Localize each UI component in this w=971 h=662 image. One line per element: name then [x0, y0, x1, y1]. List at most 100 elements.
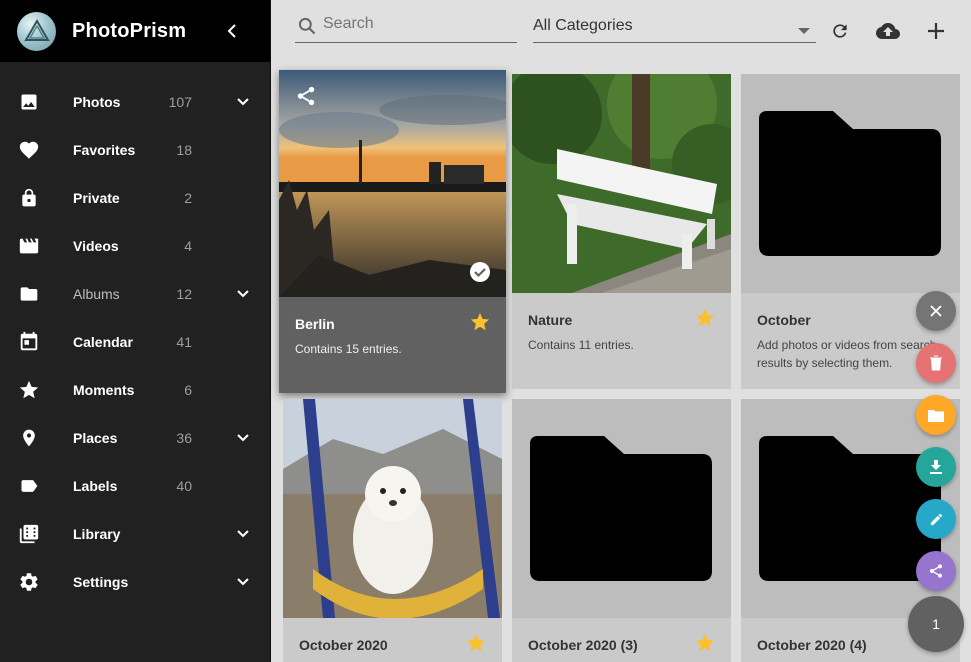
- selection-count-button[interactable]: 1: [908, 596, 964, 652]
- share-icon: [930, 564, 942, 578]
- album-thumbnail[interactable]: [512, 74, 731, 293]
- sidebar-item-count: 36: [176, 430, 192, 446]
- search-input[interactable]: [323, 15, 513, 33]
- check-circle-icon[interactable]: [470, 262, 490, 287]
- lock-icon: [17, 186, 41, 210]
- album-thumbnail[interactable]: [283, 399, 502, 618]
- sidebar-item-places[interactable]: Places 36: [0, 414, 270, 462]
- star-icon[interactable]: [469, 311, 491, 333]
- sidebar-item-count: 12: [176, 286, 192, 302]
- sidebar-item-settings[interactable]: Settings: [0, 558, 270, 606]
- sidebar-item-label: Settings: [73, 574, 129, 590]
- delete-button[interactable]: [916, 343, 956, 383]
- chevron-down-icon[interactable]: [231, 90, 255, 114]
- edit-button[interactable]: [916, 499, 956, 539]
- plus-icon: [928, 23, 944, 39]
- add-button[interactable]: [923, 18, 949, 44]
- chevron-down-icon[interactable]: [231, 570, 255, 594]
- album-title[interactable]: October 2020 (4): [757, 637, 867, 653]
- sidebar-item-photos[interactable]: Photos 107: [0, 78, 270, 126]
- place-icon: [17, 426, 41, 450]
- sidebar-item-label: Calendar: [73, 334, 133, 350]
- chevron-down-icon[interactable]: [231, 426, 255, 450]
- album-description: Contains 11 entries.: [528, 338, 634, 352]
- album-title[interactable]: October: [757, 312, 811, 328]
- calendar-icon: [17, 330, 41, 354]
- share-icon[interactable]: [295, 85, 317, 112]
- album-card[interactable]: Berlin Contains 15 entries.: [279, 70, 506, 393]
- toolbar: All Categories: [271, 0, 971, 62]
- app-logo[interactable]: [17, 11, 56, 51]
- album-card[interactable]: October Add photos or videos from search …: [741, 74, 960, 389]
- selection-count: 1: [932, 616, 940, 632]
- label-icon: [17, 474, 41, 498]
- sidebar-item-count: 2: [184, 190, 192, 206]
- sidebar-item-count: 4: [184, 238, 192, 254]
- share-button[interactable]: [916, 551, 956, 591]
- sidebar-item-count: 41: [176, 334, 192, 350]
- heart-icon: [17, 138, 41, 162]
- album-title[interactable]: Nature: [528, 312, 572, 328]
- sidebar-item-albums[interactable]: Albums 12: [0, 270, 270, 318]
- pencil-icon: [930, 513, 942, 525]
- sidebar-item-videos[interactable]: Videos 4: [0, 222, 270, 270]
- app-title: PhotoPrism: [72, 19, 187, 42]
- star-icon[interactable]: [694, 632, 716, 654]
- album-card[interactable]: October 2020: [283, 399, 502, 662]
- sidebar-item-moments[interactable]: Moments 6: [0, 366, 270, 414]
- refresh-button[interactable]: [827, 18, 853, 44]
- album-title[interactable]: October 2020 (3): [528, 637, 638, 653]
- sidebar-item-label: Places: [73, 430, 118, 446]
- album-thumbnail[interactable]: [741, 74, 960, 293]
- star-icon[interactable]: [465, 632, 487, 654]
- refresh-icon: [833, 24, 847, 38]
- album-description: Contains 15 entries.: [295, 342, 402, 356]
- album-card[interactable]: Nature Contains 11 entries.: [512, 74, 731, 389]
- sidebar-item-count: 107: [168, 94, 192, 110]
- sidebar-item-labels[interactable]: Labels 40: [0, 462, 270, 510]
- album-thumbnail[interactable]: [512, 399, 731, 618]
- close-selection-button[interactable]: [916, 291, 956, 331]
- cloud-upload-icon: [876, 23, 900, 39]
- sidebar-item-label: Moments: [73, 382, 135, 398]
- sidebar-item-count: 18: [176, 142, 192, 158]
- caret-down-icon: [798, 22, 810, 40]
- search-field[interactable]: [295, 10, 517, 43]
- sidebar-item-label: Favorites: [73, 142, 136, 158]
- trash-icon: [930, 355, 942, 371]
- chevron-left-icon[interactable]: [220, 19, 244, 43]
- gear-icon: [17, 570, 41, 594]
- folder-icon: [17, 282, 41, 306]
- category-select[interactable]: All Categories: [533, 10, 816, 43]
- sidebar-item-calendar[interactable]: Calendar 41: [0, 318, 270, 366]
- download-icon: [930, 460, 942, 474]
- sidebar-item-label: Library: [73, 526, 121, 542]
- movie-icon: [17, 234, 41, 258]
- category-select-value: All Categories: [533, 17, 633, 34]
- sidebar-item-private[interactable]: Private 2: [0, 174, 270, 222]
- sidebar-header: PhotoPrism: [0, 0, 270, 62]
- sidebar-item-label: Private: [73, 190, 120, 206]
- sidebar-item-count: 40: [176, 478, 192, 494]
- album-title[interactable]: October 2020: [299, 637, 388, 653]
- sidebar-item-library[interactable]: Library: [0, 510, 270, 558]
- chevron-down-icon[interactable]: [231, 522, 255, 546]
- sidebar-item-count: 6: [184, 382, 192, 398]
- sidebar-item-label: Labels: [73, 478, 118, 494]
- sidebar-item-favorites[interactable]: Favorites 18: [0, 126, 270, 174]
- add-to-album-button[interactable]: [916, 395, 956, 435]
- library-icon: [17, 522, 41, 546]
- star-icon[interactable]: [694, 307, 716, 329]
- image-icon: [17, 90, 41, 114]
- close-icon: [930, 305, 942, 317]
- download-button[interactable]: [916, 447, 956, 487]
- sidebar-item-label: Videos: [73, 238, 119, 254]
- upload-button[interactable]: [875, 18, 901, 44]
- album-title[interactable]: Berlin: [295, 316, 335, 332]
- folder-icon: [928, 410, 944, 422]
- sidebar-item-label: Photos: [73, 94, 121, 110]
- chevron-down-icon[interactable]: [231, 282, 255, 306]
- sidebar-item-label: Albums: [73, 286, 120, 302]
- album-card[interactable]: October 2020 (3): [512, 399, 731, 662]
- star-icon: [17, 378, 41, 402]
